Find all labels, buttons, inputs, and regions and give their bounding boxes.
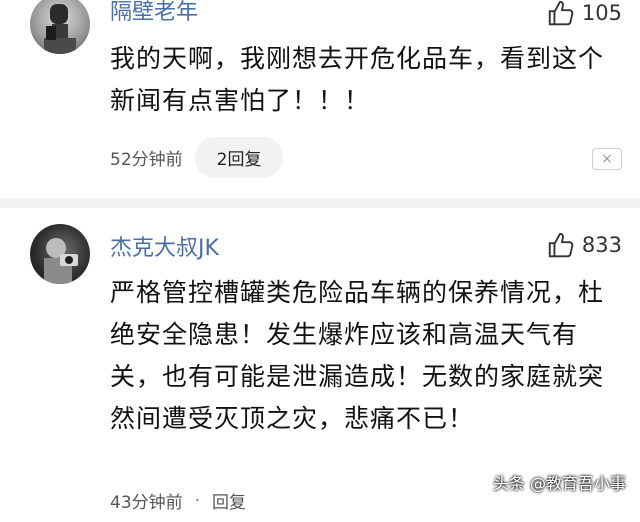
close-icon: × <box>601 151 613 167</box>
like-count: 105 <box>581 1 622 25</box>
thumbs-up-icon <box>548 0 574 26</box>
username[interactable]: 隔壁老年 <box>110 0 198 26</box>
comment-meta: 52分钟前 2回复 <box>110 137 284 178</box>
comment-meta: 43分钟前 · 回复 <box>110 488 246 514</box>
avatar-image <box>44 4 76 54</box>
dismiss-button[interactable]: × <box>592 148 622 170</box>
like-button[interactable]: 833 <box>546 230 622 260</box>
username[interactable]: 杰克大叔JK <box>110 230 219 262</box>
like-button[interactable]: 105 <box>546 0 622 28</box>
thumbs-up-icon <box>548 232 574 258</box>
divider <box>0 198 640 208</box>
like-count: 833 <box>581 233 622 257</box>
avatar[interactable] <box>30 0 90 54</box>
separator: · <box>194 490 201 511</box>
reply-button[interactable]: 回复 <box>212 488 246 513</box>
timestamp: 52分钟前 <box>110 150 183 170</box>
timestamp: 43分钟前 <box>110 493 183 513</box>
avatar-image <box>44 238 78 284</box>
avatar[interactable] <box>30 224 90 284</box>
comment-text: 严格管控槽罐类危险品车辆的保养情况，杜绝安全隐患！发生爆炸应该和高温天气有关，也… <box>110 278 605 433</box>
comment-text: 我的天啊，我刚想去开危化品车，看到这个新闻有点害怕了！！！ <box>110 44 605 115</box>
reply-button[interactable]: 2回复 <box>194 137 284 178</box>
watermark: 头条 @教育吾小事 <box>492 474 626 493</box>
comment-item: 隔壁老年 105 我的天啊，我刚想去开危化品车，看到这个新闻有点害怕了！！！ 5… <box>0 0 640 178</box>
